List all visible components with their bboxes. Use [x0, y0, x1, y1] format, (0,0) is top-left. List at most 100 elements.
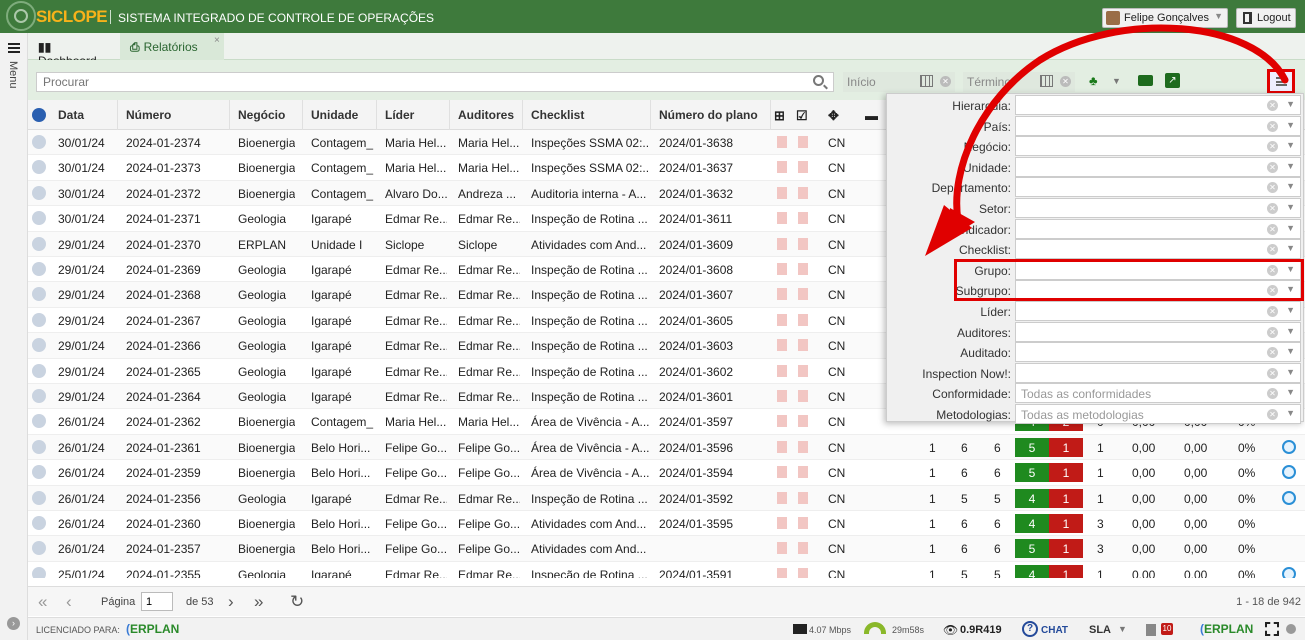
filter-select[interactable]: ✕ ▼ [1015, 362, 1301, 383]
clear-icon[interactable]: ✕ [1267, 182, 1278, 194]
pdf-icon[interactable] [777, 313, 787, 326]
group-icon[interactable]: ♣ [1089, 74, 1107, 87]
column-header[interactable]: Número do plano [651, 100, 771, 130]
column-header[interactable]: Data [50, 100, 118, 130]
pdf-icon[interactable] [798, 237, 808, 250]
column-header[interactable]: Unidade [303, 100, 377, 130]
info-icon[interactable] [32, 566, 46, 578]
pdf-icon[interactable] [798, 313, 808, 326]
info-icon[interactable] [32, 312, 46, 327]
pdf-icon[interactable] [777, 136, 787, 148]
clear-icon[interactable]: ✕ [1267, 244, 1278, 256]
sla-label[interactable]: SLA [1089, 624, 1111, 636]
clear-icon[interactable]: ✕ [1267, 326, 1278, 338]
table-row[interactable]: 25/01/24 2024-01-2355 Geologia Igarapé Edmar… [28, 562, 1305, 578]
chevron-down-icon[interactable]: ▼ [1286, 367, 1295, 377]
clear-icon[interactable]: ✕ [1267, 306, 1278, 317]
start-date-field[interactable]: Início ✕ [843, 72, 955, 92]
pdf-icon[interactable] [798, 364, 808, 377]
info-icon[interactable] [32, 211, 46, 226]
clear-icon[interactable]: ✕ [1060, 76, 1071, 87]
column-header[interactable]: Número [118, 100, 230, 130]
info-icon[interactable] [32, 414, 46, 429]
clear-icon[interactable]: ✕ [1267, 409, 1278, 420]
close-icon[interactable]: × [214, 35, 220, 46]
pdf-icon[interactable] [798, 390, 808, 402]
check-circle-icon[interactable] [1282, 439, 1296, 454]
filter-select[interactable]: ✕ ▼ [1015, 239, 1301, 260]
refresh-icon[interactable]: ↻ [290, 592, 304, 612]
pdf-icon[interactable] [777, 567, 787, 578]
clear-icon[interactable]: ✕ [1267, 388, 1278, 400]
pdf-icon[interactable] [777, 364, 787, 377]
menu-label[interactable]: Menu [7, 61, 19, 89]
pdf-icon[interactable] [777, 542, 787, 555]
user-menu-button[interactable]: Felipe Gonçalves ▼ [1102, 8, 1228, 28]
info-icon[interactable] [32, 490, 46, 505]
filter-select[interactable]: ✕ ▼ [1015, 342, 1301, 363]
clear-icon[interactable]: ✕ [1267, 203, 1278, 214]
check-circle-icon[interactable] [1282, 566, 1296, 578]
info-icon[interactable] [32, 160, 46, 175]
excel-icon[interactable] [1138, 75, 1153, 86]
tab-dashboard[interactable]: ▮▮Dashboard [28, 33, 120, 68]
info-icon[interactable] [32, 135, 46, 149]
pdf-icon[interactable] [777, 212, 787, 225]
next-page-icon[interactable]: › [228, 592, 234, 612]
pdf-icon[interactable] [777, 263, 787, 275]
pdf-icon[interactable] [777, 517, 787, 529]
pdf-icon[interactable] [798, 263, 808, 275]
clear-icon[interactable]: ✕ [1267, 100, 1278, 111]
check-circle-icon[interactable] [1282, 490, 1296, 505]
pdf-icon[interactable] [777, 491, 787, 504]
info-icon[interactable] [32, 363, 46, 378]
toggle-icon[interactable] [1286, 624, 1296, 634]
column-header[interactable]: Checklist [523, 100, 651, 130]
info-icon[interactable] [32, 465, 46, 480]
pdf-icon[interactable] [798, 567, 808, 578]
clear-icon[interactable]: ✕ [1267, 223, 1278, 235]
clear-icon[interactable]: ✕ [1267, 120, 1278, 132]
filter-select[interactable]: ✕ ▼ [1015, 177, 1301, 198]
chevron-down-icon[interactable]: ▼ [1286, 202, 1295, 212]
column-header[interactable]: Líder [377, 100, 450, 130]
pdf-icon[interactable] [798, 212, 808, 225]
info-icon[interactable] [32, 262, 46, 276]
filter-select[interactable]: ✕ ▼ [1015, 198, 1301, 218]
chevron-down-icon[interactable]: ▼ [1286, 326, 1295, 336]
chevron-down-icon[interactable]: ▼ [1286, 99, 1295, 109]
prev-page-icon[interactable]: ‹ [66, 592, 72, 612]
column-header[interactable]: Auditores [450, 100, 523, 130]
filter-select[interactable]: Todas as metodologias ✕ ▼ [1015, 404, 1301, 424]
pdf-icon[interactable] [798, 186, 808, 199]
search-icon[interactable] [813, 75, 824, 86]
filter-select[interactable]: ✕ ▼ [1015, 156, 1301, 177]
filter-select[interactable]: ✕ ▼ [1015, 301, 1301, 321]
pdf-icon[interactable] [798, 136, 808, 148]
pdf-icon[interactable] [798, 288, 808, 301]
pdf-icon[interactable] [798, 491, 808, 504]
chevron-down-icon[interactable]: ▼ [1286, 305, 1295, 315]
filter-select[interactable]: Todas as conformidades ✕ ▼ [1015, 383, 1301, 404]
info-icon[interactable] [32, 185, 46, 200]
filter-select[interactable]: ✕ ▼ [1015, 321, 1301, 342]
fullscreen-icon[interactable] [1265, 622, 1279, 636]
check-circle-icon[interactable] [1282, 465, 1296, 480]
document-icon[interactable] [1146, 624, 1156, 636]
chevron-down-icon[interactable]: ▼ [1286, 140, 1295, 150]
table-row[interactable]: 26/01/24 2024-01-2361 Bioenergia Belo Hori.… [28, 434, 1305, 461]
pdf-icon[interactable] [798, 440, 808, 453]
pdf-icon[interactable] [798, 339, 808, 352]
clear-icon[interactable]: ✕ [1267, 347, 1278, 359]
chevron-down-icon[interactable]: ▼ [1286, 408, 1295, 418]
alert-badge[interactable]: 10 [1161, 623, 1173, 635]
pdf-icon[interactable] [777, 466, 787, 479]
table-row[interactable]: 26/01/24 2024-01-2359 Bioenergia Belo Hori.… [28, 460, 1305, 486]
pdf-icon[interactable] [777, 161, 787, 174]
chevron-down-icon[interactable]: ▼ [1286, 387, 1295, 397]
pdf-icon[interactable] [777, 186, 787, 199]
chevron-down-icon[interactable]: ▼ [1286, 120, 1295, 130]
column-header[interactable]: Negócio [230, 100, 303, 130]
pdf-icon[interactable] [777, 288, 787, 301]
chevron-down-icon[interactable]: ▼ [1286, 223, 1295, 233]
